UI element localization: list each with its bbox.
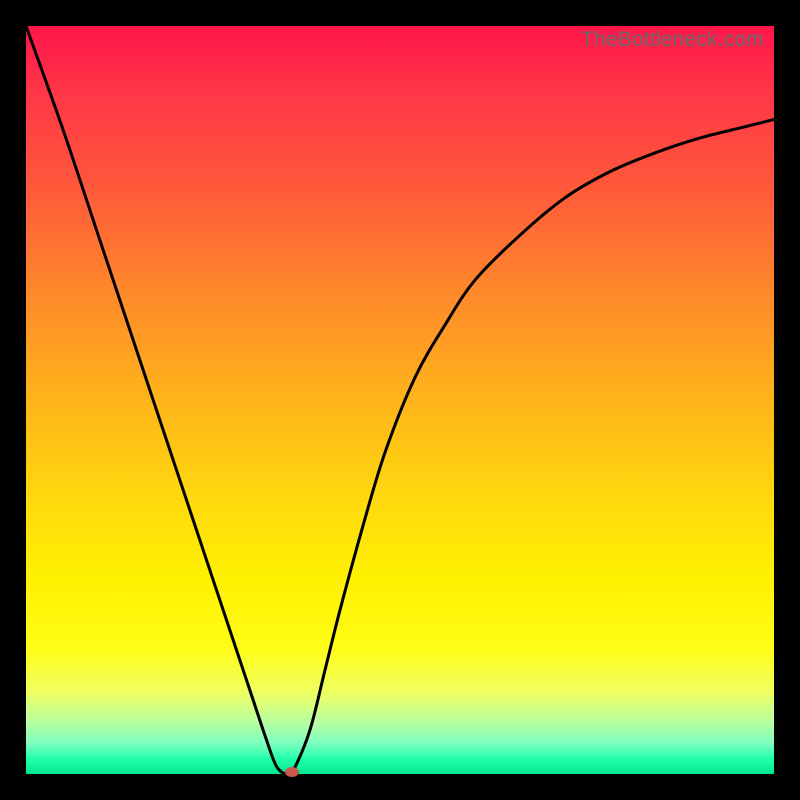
optimal-point-marker [285, 767, 299, 777]
curve-svg [26, 26, 774, 774]
chart-frame: TheBottleneck.com [0, 0, 800, 800]
plot-area: TheBottleneck.com [26, 26, 774, 774]
bottleneck-curve [26, 26, 774, 774]
